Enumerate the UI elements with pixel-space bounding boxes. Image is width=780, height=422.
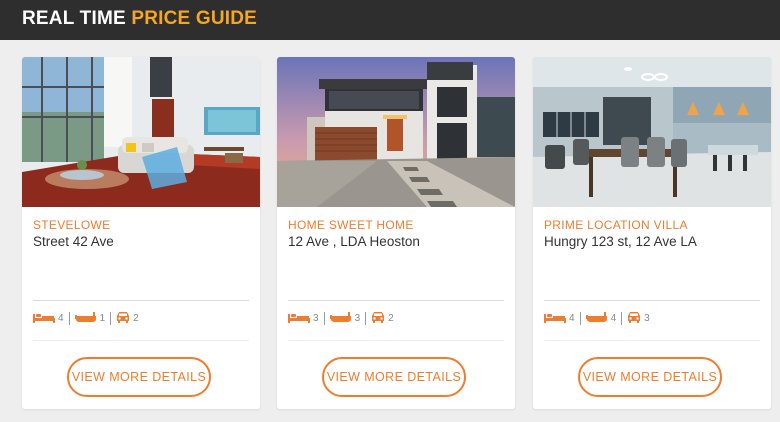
separator — [110, 311, 112, 325]
bed-icon — [544, 311, 566, 326]
listing-address: Hungry 123 st, 12 Ave LA — [544, 234, 697, 249]
separator — [323, 311, 325, 325]
listing-card: HOME SWEET HOME 12 Ave , LDA Heoston 3 3… — [277, 57, 515, 409]
bed-icon — [288, 311, 310, 326]
separator — [621, 311, 623, 325]
listing-card: PRIME LOCATION VILLA Hungry 123 st, 12 A… — [533, 57, 771, 409]
beds-count: 4 — [569, 312, 575, 324]
listing-address: 12 Ave , LDA Heoston — [288, 234, 420, 249]
baths-count: 1 — [99, 312, 106, 324]
cars-count: 3 — [644, 312, 650, 324]
listing-photo[interactable] — [22, 57, 260, 207]
amenities: 4 1 2 — [33, 311, 139, 325]
page-header: REAL TIME PRICE GUIDE — [0, 0, 780, 40]
bathtub-icon — [585, 311, 608, 326]
separator — [579, 311, 581, 325]
amenities: 4 4 3 — [544, 311, 650, 325]
bathtub-icon — [329, 311, 352, 326]
view-more-details-button[interactable]: VIEW MORE DETAILS — [322, 357, 466, 397]
bathtub-icon — [74, 311, 97, 326]
listing-card: STEVELOWE Street 42 Ave 4 1 2 VIEW MORE … — [22, 57, 260, 409]
bed-icon — [33, 311, 55, 326]
view-more-details-button[interactable]: VIEW MORE DETAILS — [578, 357, 722, 397]
divider — [33, 340, 249, 341]
baths-count: 3 — [354, 312, 361, 324]
listing-photo[interactable] — [277, 57, 515, 207]
divider — [288, 340, 504, 341]
separator — [68, 311, 70, 325]
separator — [365, 311, 367, 325]
listing-name: STEVELOWE — [33, 218, 111, 232]
divider — [544, 340, 760, 341]
cars-count: 2 — [388, 312, 394, 324]
listing-name: PRIME LOCATION VILLA — [544, 218, 688, 232]
listing-photo[interactable] — [533, 57, 771, 207]
view-more-details-button[interactable]: VIEW MORE DETAILS — [67, 357, 211, 397]
car-icon — [371, 311, 385, 326]
cars-count: 2 — [133, 312, 139, 324]
listing-address: Street 42 Ave — [33, 234, 114, 249]
car-icon — [116, 311, 130, 326]
page-title: REAL TIME PRICE GUIDE — [22, 8, 258, 29]
divider — [33, 300, 249, 301]
beds-count: 3 — [313, 312, 319, 324]
amenities: 3 3 2 — [288, 311, 394, 325]
car-icon — [627, 311, 641, 326]
listing-name: HOME SWEET HOME — [288, 218, 414, 232]
divider — [288, 300, 504, 301]
baths-count: 4 — [610, 312, 617, 324]
beds-count: 4 — [58, 312, 64, 324]
divider — [544, 300, 760, 301]
